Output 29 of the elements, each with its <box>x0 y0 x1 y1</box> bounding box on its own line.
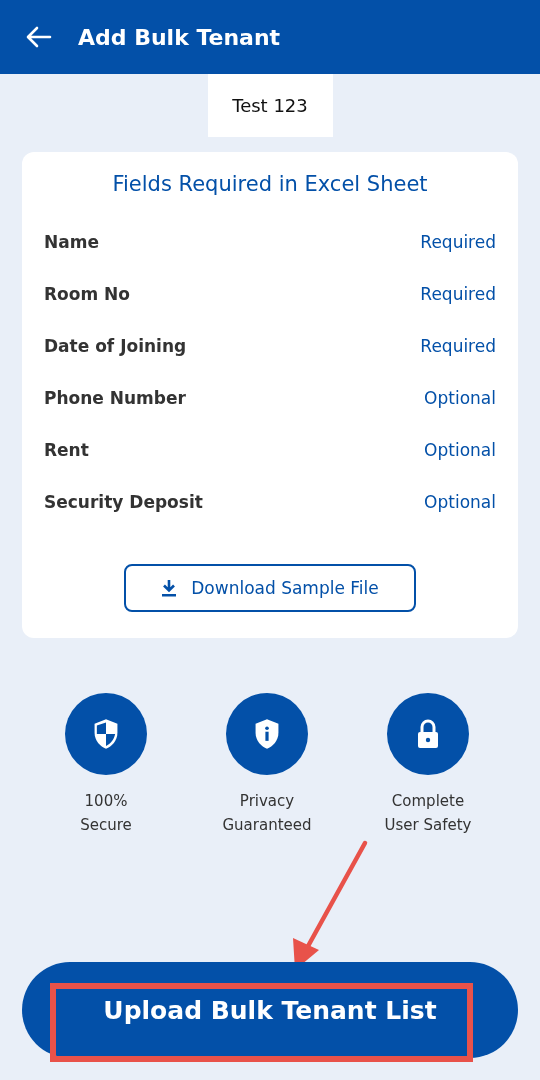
upload-button[interactable]: Upload Bulk Tenant List <box>22 962 518 1058</box>
download-icon <box>161 579 178 597</box>
shield-info-icon <box>253 718 281 750</box>
feature-label: Privacy <box>239 791 295 812</box>
feature-label: 100% <box>84 791 128 812</box>
field-name: Date of Joining <box>44 336 187 356</box>
field-status: Required <box>420 284 496 304</box>
field-name: Security Deposit <box>44 492 203 512</box>
field-name: Phone Number <box>44 388 186 408</box>
feature-label: Complete <box>391 791 465 812</box>
card-title: Fields Required in Excel Sheet <box>111 172 429 196</box>
field-status: Optional <box>424 492 496 512</box>
back-arrow-icon <box>26 26 52 48</box>
shield-icon <box>92 718 120 750</box>
feature-label: User Safety <box>384 815 472 836</box>
field-name: Room No <box>44 284 130 304</box>
feature-label: Secure <box>80 815 132 836</box>
field-status: Optional <box>424 440 496 460</box>
field-status: Optional <box>424 388 496 408</box>
field-status: Required <box>420 336 496 356</box>
lock-icon <box>416 719 440 749</box>
field-name: Rent <box>44 440 89 460</box>
field-status: Required <box>420 232 496 252</box>
property-tab[interactable]: Test 123 <box>207 74 333 137</box>
field-name: Name <box>44 232 99 252</box>
feature-label: Guaranteed <box>222 815 312 836</box>
back-button[interactable] <box>24 24 54 50</box>
page-title: Add Bulk Tenant <box>78 24 281 50</box>
download-sample-button[interactable]: Download Sample File <box>124 564 416 612</box>
